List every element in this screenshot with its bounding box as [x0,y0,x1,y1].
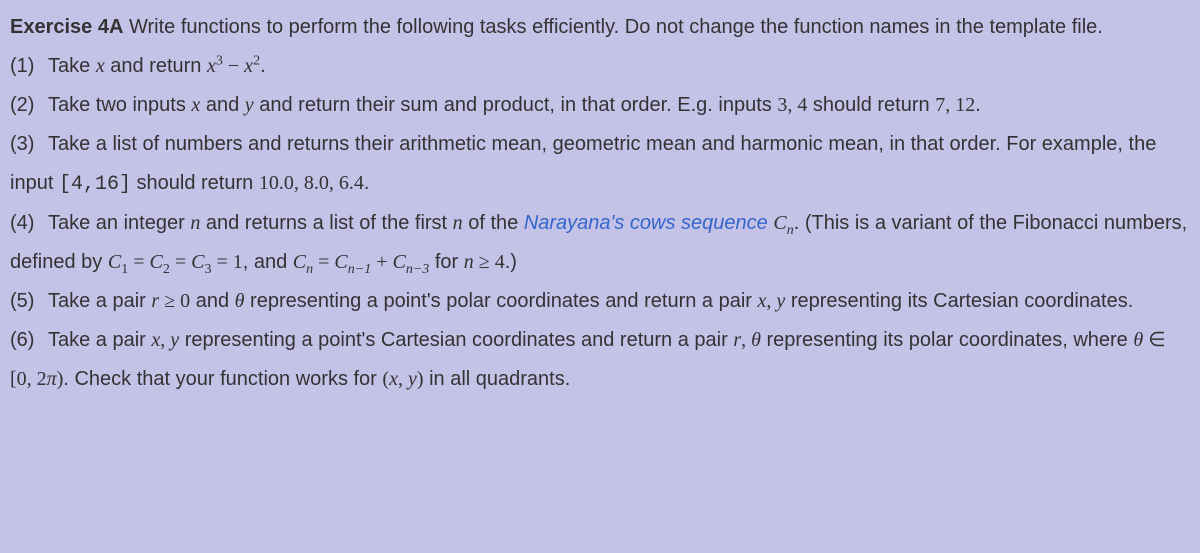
eq: = [128,251,149,273]
dot: . [975,94,981,116]
text: in all quadrants. [424,368,571,390]
text: representing its polar coordinates, wher… [761,329,1133,351]
minus: − [223,55,244,77]
item-number: (6) [10,321,48,360]
pi: π [47,368,57,390]
math-y: y [408,368,417,390]
item-number: (4) [10,204,48,243]
plus: + [371,251,392,273]
sub-n3: n−3 [406,262,429,277]
code-list: [4,16] [59,173,131,196]
text: and [190,290,234,312]
text: . Check that your function works for [63,368,382,390]
text: representing a point's Cartesian coordin… [179,329,733,351]
text: and [200,94,244,116]
close-paren: ) [417,368,424,390]
item-2: (2)Take two inputs x and y and return th… [10,86,1190,125]
ge4: ≥ 4 [474,251,505,273]
sub-n1: n−1 [348,262,371,277]
for: for [429,251,463,273]
math-C1: C [108,251,121,273]
sub-2: 2 [163,262,170,277]
text: of the [463,212,524,234]
sup-3: 3 [216,53,223,68]
item-number: (2) [10,86,48,125]
math-y: y [776,290,785,312]
vals: 10.0, 8.0, 6.4 [259,172,364,194]
comma: , [398,368,408,390]
text: and return [105,55,207,77]
text: Take an integer [48,212,190,234]
math-y: y [245,94,254,116]
math-x2: x [244,55,253,77]
title-bold: Exercise 4A [10,16,123,38]
math-theta: θ [751,329,761,351]
comma: , [741,329,751,351]
item-1: (1)Take x and return x3 − x2. [10,47,1190,86]
math-Cn3: C [392,251,405,273]
math-n: n [464,251,474,273]
eq: = [170,251,191,273]
math-Cn: C [293,251,306,273]
math-Cn1: C [334,251,347,273]
text: should return [807,94,935,116]
math-theta: θ [235,290,245,312]
math-C: C [773,212,786,234]
text: representing its Cartesian coordinates. [785,290,1133,312]
item-number: (1) [10,47,48,86]
text: should return [131,172,259,194]
nums-34: 3, 4 [777,94,807,116]
title-text: Write functions to perform the following… [123,16,1102,38]
text: representing a point's polar coordinates… [244,290,757,312]
dot: . [260,55,266,77]
text: Take [48,55,96,77]
item-number: (5) [10,282,48,321]
item-3: (3)Take a list of numbers and returns th… [10,125,1190,204]
eq: = [313,251,334,273]
text: Take two inputs [48,94,191,116]
text: Take a pair [48,290,151,312]
comma: , [766,290,776,312]
math-y: y [170,329,179,351]
narayana-link[interactable]: Narayana's cows sequence [524,212,768,234]
eq1: = 1 [211,251,242,273]
math-x: x [191,94,200,116]
math-n: n [190,212,200,234]
comma: , [160,329,170,351]
math-theta: θ [1133,329,1143,351]
and: , and [243,251,293,273]
math-x3: x [207,55,216,77]
text: and return their sum and product, in tha… [254,94,778,116]
nums-712: 7, 12 [935,94,975,116]
sub-n: n [787,223,794,238]
math-C3: C [191,251,204,273]
math-n: n [453,212,463,234]
text: and returns a list of the first [200,212,452,234]
text: Take a pair [48,329,151,351]
math-x: x [389,368,398,390]
exercise-title: Exercise 4A Write functions to perform t… [10,8,1190,47]
dot: . [364,172,370,194]
item-number: (3) [10,125,48,164]
sup-2: 2 [253,53,260,68]
ge0: ≥ 0 [159,290,190,312]
math-x: x [151,329,160,351]
math-x: x [96,55,105,77]
math-r: r [733,329,741,351]
end: .) [505,251,517,273]
math-C2: C [149,251,162,273]
item-4: (4)Take an integer n and returns a list … [10,204,1190,282]
item-5: (5)Take a pair r ≥ 0 and θ representing … [10,282,1190,321]
item-6: (6)Take a pair x, y representing a point… [10,321,1190,399]
